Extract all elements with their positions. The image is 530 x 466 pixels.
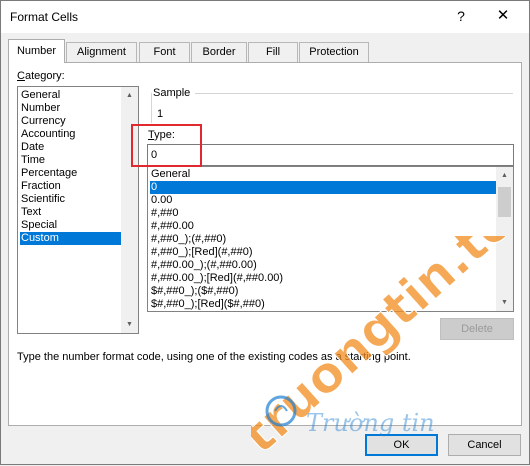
type-input[interactable]: 0 <box>147 144 514 166</box>
tab-label: Number <box>16 45 57 57</box>
highlight-box <box>131 124 202 167</box>
tab-alignment[interactable]: Alignment <box>66 42 137 62</box>
tab-label: Font <box>153 46 176 58</box>
close-icon[interactable]: ✕ <box>495 8 511 23</box>
format-code-item[interactable]: $#,##0_);[Red]($#,##0) <box>150 298 496 311</box>
scroll-down-icon[interactable]: ▼ <box>496 294 513 311</box>
sample-group-line-left <box>151 93 152 123</box>
format-code-item[interactable]: #,##0.00 <box>150 220 496 233</box>
tab-label: Border <box>202 46 236 58</box>
format-codes-scrollbar[interactable]: ▲ ▼ <box>496 167 513 311</box>
ok-button[interactable]: OK <box>365 434 438 456</box>
format-code-item[interactable]: 0 <box>150 181 496 194</box>
category-item[interactable]: Number <box>20 102 121 115</box>
format-code-item[interactable]: #,##0_);[Red](#,##0) <box>150 246 496 259</box>
help-icon[interactable]: ? <box>453 9 469 23</box>
tab-label: Protection <box>309 46 359 58</box>
format-code-item[interactable]: #,##0 <box>150 207 496 220</box>
tab-label: Alignment <box>77 46 126 58</box>
window-title: Format Cells <box>10 10 79 24</box>
category-item[interactable]: Time <box>20 154 121 167</box>
format-cells-dialog: Format Cells ? ✕ Number Alignment Font B… <box>0 0 530 465</box>
tab-label: Fill <box>265 46 281 58</box>
category-item[interactable]: Fraction <box>20 180 121 193</box>
category-item[interactable]: Scientific <box>20 193 121 206</box>
format-codes-listbox[interactable]: General 0 0.00 #,##0 #,##0.00 #,##0_);(#,##0)… <box>147 166 514 312</box>
sample-value: 1 <box>157 108 164 120</box>
category-item[interactable]: Text <box>20 206 121 219</box>
format-code-item[interactable]: General <box>150 168 496 181</box>
category-item[interactable]: Date <box>20 141 121 154</box>
format-code-item[interactable]: 0.00 <box>150 194 496 207</box>
tab-fill[interactable]: Fill <box>248 42 298 62</box>
tab-protection[interactable]: Protection <box>299 42 369 62</box>
scroll-up-icon[interactable]: ▲ <box>496 167 513 184</box>
category-listbox[interactable]: General Number Currency Accounting Date Time P… <box>17 86 139 334</box>
category-item[interactable]: Accounting <box>20 128 121 141</box>
title-bar: Format Cells ? ✕ <box>1 1 529 33</box>
format-code-item[interactable]: #,##0_);(#,##0) <box>150 233 496 246</box>
scroll-up-icon[interactable]: ▲ <box>121 87 138 104</box>
delete-button[interactable]: Delete <box>440 318 514 340</box>
scroll-thumb[interactable] <box>498 187 511 217</box>
format-code-item[interactable]: $#,##0_);($#,##0) <box>150 285 496 298</box>
tab-border[interactable]: Border <box>191 42 247 62</box>
category-item[interactable]: Special <box>20 219 121 232</box>
category-item[interactable]: Percentage <box>20 167 121 180</box>
category-item[interactable]: General <box>20 89 121 102</box>
scroll-down-icon[interactable]: ▼ <box>121 316 138 333</box>
tab-font[interactable]: Font <box>139 42 190 62</box>
format-code-item[interactable]: #,##0.00_);[Red](#,##0.00) <box>150 272 496 285</box>
category-item[interactable]: Custom <box>20 232 121 245</box>
format-code-item[interactable]: #,##0.00_);(#,##0.00) <box>150 259 496 272</box>
description-text: Type the number format code, using one o… <box>17 351 411 363</box>
tab-number[interactable]: Number <box>8 39 65 63</box>
sample-group-line <box>195 93 513 94</box>
category-label: Category: <box>17 70 65 82</box>
sample-label: Sample <box>153 87 191 99</box>
category-item[interactable]: Currency <box>20 115 121 128</box>
cancel-button[interactable]: Cancel <box>448 434 521 456</box>
